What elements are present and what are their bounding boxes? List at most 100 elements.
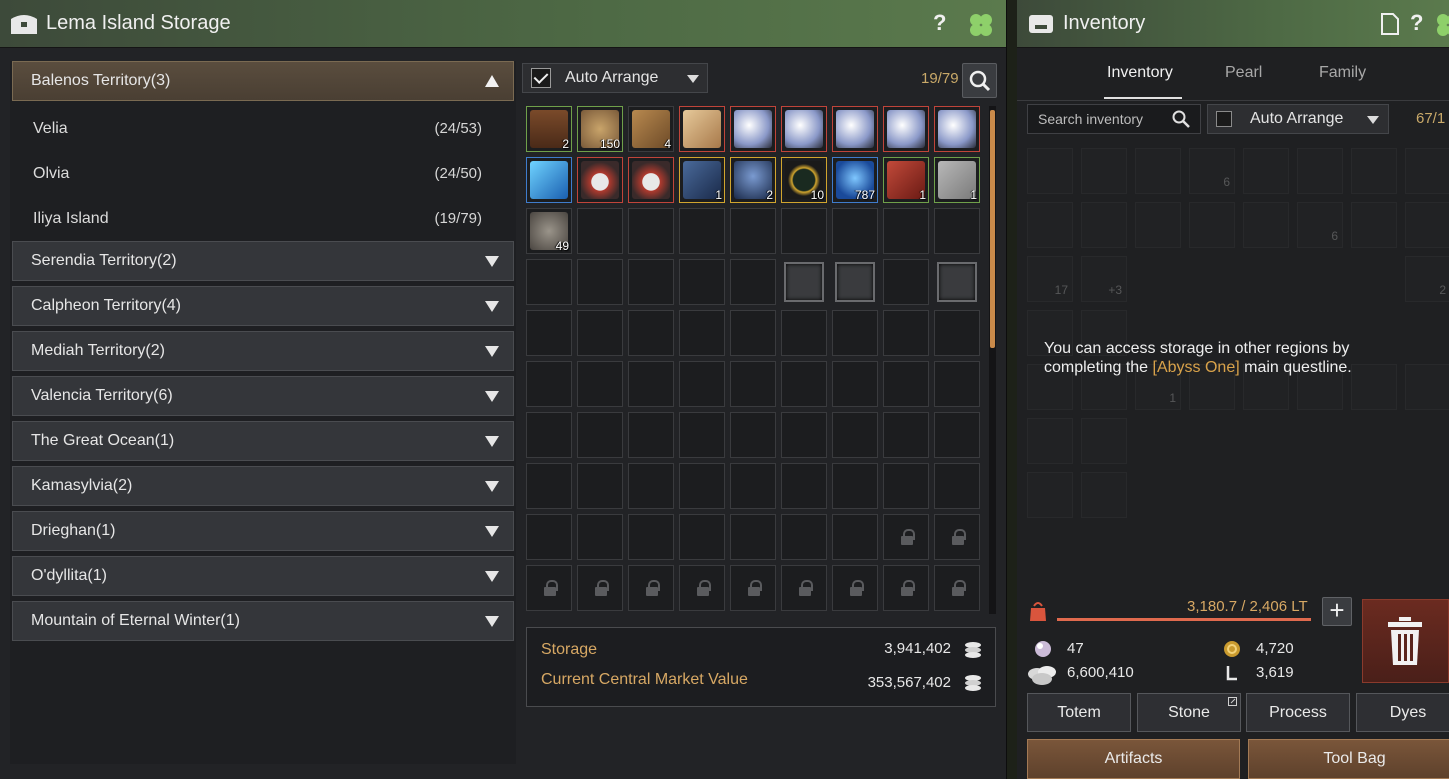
empty-slot[interactable] [730, 259, 776, 305]
inventory-slot[interactable] [1243, 472, 1289, 518]
inventory-slot[interactable] [1297, 256, 1343, 302]
empty-slot[interactable] [832, 463, 878, 509]
inventory-slot[interactable]: 2 [1405, 256, 1449, 302]
empty-slot[interactable] [577, 208, 623, 254]
empty-slot[interactable] [679, 361, 725, 407]
region-header[interactable]: Mountain of Eternal Winter(1) [12, 601, 514, 641]
town-item[interactable]: Velia (24/53) [10, 106, 516, 151]
empty-slot[interactable] [628, 463, 674, 509]
inventory-slot[interactable] [1405, 472, 1449, 518]
empty-slot[interactable] [832, 514, 878, 560]
region-header[interactable]: Balenos Territory(3) [12, 61, 514, 101]
inventory-slot[interactable] [1297, 418, 1343, 464]
town-item[interactable]: Olvia (24/50) [10, 151, 516, 196]
storage-item-slot[interactable]: 10 [781, 157, 827, 203]
tab-pearl[interactable]: Pearl [1225, 64, 1262, 82]
empty-slot[interactable] [526, 259, 572, 305]
inventory-slot[interactable] [1189, 202, 1235, 248]
storage-item-slot[interactable]: 2 [730, 157, 776, 203]
empty-slot[interactable] [883, 208, 929, 254]
empty-slot[interactable] [934, 361, 980, 407]
empty-slot[interactable] [577, 412, 623, 458]
inventory-slot[interactable] [1243, 418, 1289, 464]
inventory-slot[interactable] [1243, 148, 1289, 194]
storage-scrollbar[interactable] [989, 106, 996, 614]
totem-button[interactable]: Totem [1027, 693, 1131, 732]
tool-bag-button[interactable]: Tool Bag [1248, 739, 1449, 779]
empty-slot[interactable] [679, 463, 725, 509]
region-header[interactable]: Mediah Territory(2) [12, 331, 514, 371]
inventory-slot[interactable] [1135, 256, 1181, 302]
inventory-slot[interactable] [1135, 472, 1181, 518]
inventory-slot[interactable] [1027, 202, 1073, 248]
inventory-help-icon[interactable]: ? [1410, 10, 1423, 36]
empty-slot[interactable] [781, 514, 827, 560]
storage-item-slot[interactable]: 49 [526, 208, 572, 254]
storage-item-slot[interactable] [577, 157, 623, 203]
empty-slot[interactable] [679, 310, 725, 356]
inventory-slot[interactable] [1135, 148, 1181, 194]
empty-slot[interactable] [781, 208, 827, 254]
inventory-titlebar[interactable]: Inventory ? [1017, 0, 1449, 48]
tab-family[interactable]: Family [1319, 64, 1366, 82]
inventory-slot[interactable] [1243, 202, 1289, 248]
empty-slot[interactable] [934, 208, 980, 254]
empty-slot[interactable] [679, 208, 725, 254]
empty-slot[interactable] [730, 208, 776, 254]
document-icon[interactable] [1381, 13, 1399, 35]
inventory-slot[interactable] [1081, 472, 1127, 518]
storage-item-slot[interactable] [679, 106, 725, 152]
region-header[interactable]: The Great Ocean(1) [12, 421, 514, 461]
tab-inventory[interactable]: Inventory [1107, 64, 1173, 82]
empty-slot[interactable] [577, 259, 623, 305]
inventory-slot[interactable] [1189, 256, 1235, 302]
storage-item-slot[interactable] [628, 157, 674, 203]
inventory-slot[interactable] [1405, 148, 1449, 194]
expand-weight-button[interactable]: + [1322, 597, 1352, 626]
empty-slot[interactable] [628, 310, 674, 356]
empty-slot[interactable] [730, 514, 776, 560]
inventory-slot[interactable] [1081, 202, 1127, 248]
empty-slot[interactable] [832, 412, 878, 458]
storage-item-slot[interactable]: 1 [679, 157, 725, 203]
inventory-slot[interactable] [1351, 148, 1397, 194]
inventory-auto-arrange-dropdown[interactable]: Auto Arrange [1207, 104, 1389, 134]
inventory-slot[interactable]: 6 [1189, 148, 1235, 194]
empty-slot[interactable] [679, 412, 725, 458]
highlighted-empty-slot[interactable] [937, 262, 977, 302]
scrollbar-thumb[interactable] [990, 110, 995, 348]
process-button[interactable]: Process [1246, 693, 1350, 732]
empty-slot[interactable] [781, 463, 827, 509]
storage-item-slot[interactable]: 1 [934, 157, 980, 203]
inventory-slot[interactable] [1027, 418, 1073, 464]
empty-slot[interactable] [832, 310, 878, 356]
empty-slot[interactable] [730, 412, 776, 458]
inventory-slot[interactable] [1351, 202, 1397, 248]
inventory-slot[interactable] [1135, 418, 1181, 464]
inventory-slot[interactable] [1405, 418, 1449, 464]
inventory-slot[interactable] [1135, 202, 1181, 248]
storage-item-slot[interactable] [730, 106, 776, 152]
auto-arrange-checkbox[interactable] [531, 68, 551, 88]
empty-slot[interactable] [628, 361, 674, 407]
inventory-slot[interactable] [1351, 472, 1397, 518]
empty-slot[interactable] [883, 412, 929, 458]
region-header[interactable]: Calpheon Territory(4) [12, 286, 514, 326]
inventory-slot[interactable] [1081, 148, 1127, 194]
storage-item-slot[interactable]: 150 [577, 106, 623, 152]
empty-slot[interactable] [526, 463, 572, 509]
inventory-slot[interactable]: 6 [1297, 202, 1343, 248]
stone-button[interactable]: Stone [1137, 693, 1241, 732]
storage-titlebar[interactable]: Lema Island Storage ? [0, 0, 1006, 48]
search-icon[interactable] [1172, 110, 1190, 128]
empty-slot[interactable] [679, 259, 725, 305]
highlighted-empty-slot[interactable] [784, 262, 824, 302]
clover-icon[interactable] [1435, 12, 1449, 38]
inventory-slot[interactable]: +3 [1081, 256, 1127, 302]
storage-item-slot[interactable]: 2 [526, 106, 572, 152]
empty-slot[interactable] [526, 361, 572, 407]
empty-slot[interactable] [577, 361, 623, 407]
highlighted-empty-slot[interactable] [835, 262, 875, 302]
empty-slot[interactable] [934, 463, 980, 509]
empty-slot[interactable] [883, 361, 929, 407]
